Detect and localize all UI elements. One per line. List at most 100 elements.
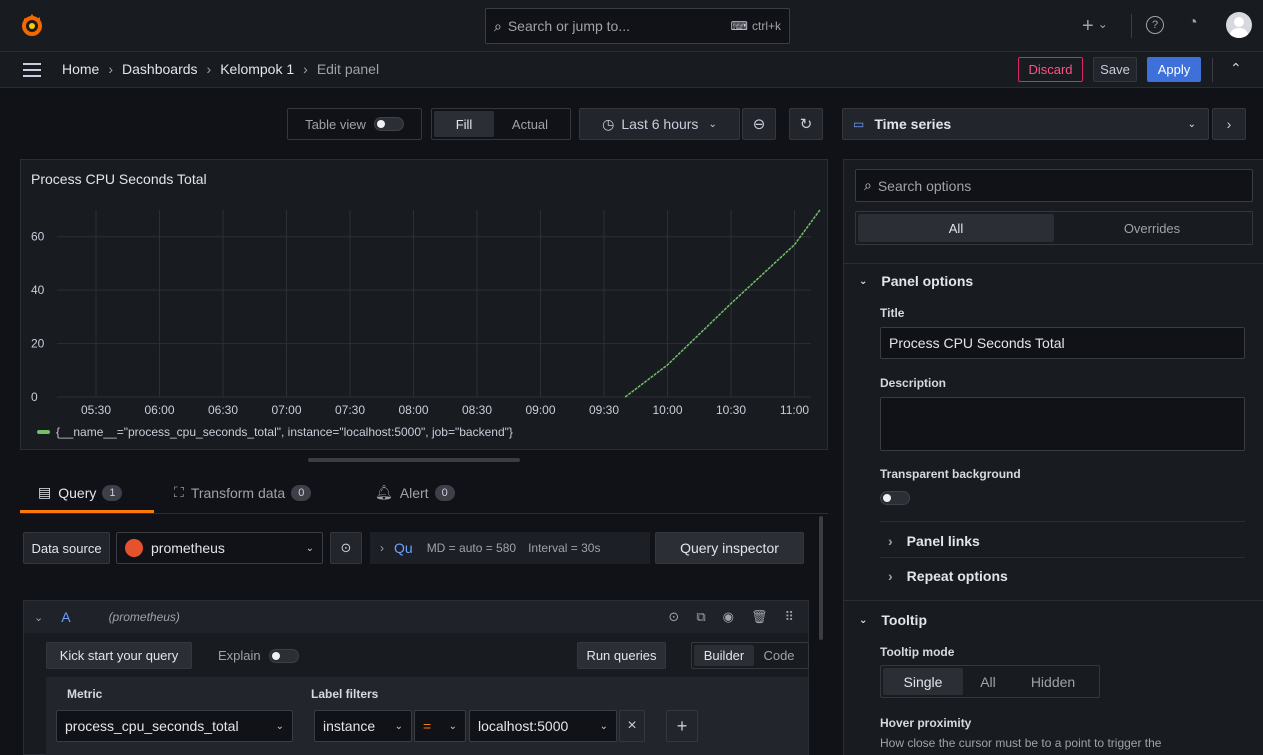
chevron-down-icon[interactable]: ⌄ xyxy=(34,611,43,624)
zoom-out-icon[interactable]: ⊖ xyxy=(742,108,776,140)
tab-transform[interactable]: ⛶ Transform data 0 xyxy=(174,484,312,501)
x-tick-label: 10:30 xyxy=(716,403,746,417)
tab-query-count: 1 xyxy=(102,484,123,501)
options-search-placeholder: Search options xyxy=(877,177,972,194)
explain-label: Explain xyxy=(218,648,261,663)
tab-query[interactable]: ▤ Query 1 xyxy=(38,484,123,501)
label-key-select[interactable]: instance ⌄ xyxy=(314,710,412,742)
user-avatar[interactable] xyxy=(1226,12,1252,38)
query-inspector-button[interactable]: Query inspector xyxy=(655,532,804,564)
menu-icon[interactable] xyxy=(23,63,41,77)
tab-transform-label: Transform data xyxy=(190,484,286,501)
rss-news-icon[interactable]: ◔ xyxy=(1188,14,1198,32)
tab-alert-count: 0 xyxy=(434,484,455,501)
code-option[interactable]: Code xyxy=(754,645,804,666)
tab-overrides[interactable]: Overrides xyxy=(1054,214,1250,242)
query-options-label: Qu xyxy=(394,540,413,556)
eye-icon[interactable]: ◉ xyxy=(723,609,734,625)
query-row-a: ⌄ A (prometheus) ⊙ ⧉ ◉ 🗑︎ ⠿ Kick start y… xyxy=(23,600,809,755)
breadcrumb-home[interactable]: Home xyxy=(62,61,99,77)
title-field-label: Title xyxy=(880,306,905,320)
breadcrumb-dashboard[interactable]: Kelompok 1 xyxy=(220,61,294,77)
remove-filter-button[interactable]: × xyxy=(619,710,645,742)
builder-option[interactable]: Builder xyxy=(694,645,754,666)
x-tick-label: 07:30 xyxy=(335,403,365,417)
time-range-picker[interactable]: ◷ Last 6 hours ⌄ xyxy=(579,108,740,140)
mode-all-option[interactable]: All xyxy=(963,668,1013,695)
legend-item[interactable]: {__name__="process_cpu_seconds_total", i… xyxy=(37,425,513,439)
nav-bar: Home › Dashboards › Kelompok 1 › Edit pa… xyxy=(0,52,1263,88)
visualization-picker[interactable]: ▭ Time series ⌄ xyxy=(842,108,1209,140)
grafana-logo-icon[interactable] xyxy=(20,12,44,38)
y-tick-label: 20 xyxy=(31,337,45,351)
query-options[interactable]: › Qu MD = auto = 580 Interval = 30s xyxy=(370,532,650,564)
panel-title-input[interactable]: Process CPU Seconds Total xyxy=(880,327,1245,359)
repeat-options-header[interactable]: › Repeat options xyxy=(888,568,1008,584)
query-row-header[interactable]: ⌄ A (prometheus) ⊙ ⧉ ◉ 🗑︎ ⠿ xyxy=(24,601,808,633)
query-help-icon[interactable]: ⊙ xyxy=(668,609,679,625)
collapse-options-button[interactable]: › xyxy=(1212,108,1246,140)
top-bar: ⌕ Search or jump to... ⌨ ctrl+k + ⌄ ? ◔ xyxy=(0,0,1263,52)
search-shortcut: ctrl+k xyxy=(751,19,781,33)
panel-options-title: Panel options xyxy=(881,273,974,289)
mode-single-option[interactable]: Single xyxy=(883,668,963,695)
chevron-down-icon: ⌄ xyxy=(859,614,868,626)
fill-option[interactable]: Fill xyxy=(434,111,494,137)
tooltip-header[interactable]: ⌄ Tooltip xyxy=(859,612,927,628)
chevron-up-icon[interactable]: ⌃ xyxy=(1230,60,1242,77)
explain-switch[interactable] xyxy=(268,648,299,663)
run-queries-button[interactable]: Run queries xyxy=(577,642,666,669)
panel-options-header[interactable]: ⌄ Panel options xyxy=(859,273,973,289)
panel-title-value: Process CPU Seconds Total xyxy=(889,335,1065,351)
new-menu-button[interactable]: + ⌄ xyxy=(1082,15,1108,38)
search-icon: ⌕ xyxy=(494,17,502,34)
options-pane: ⌕ Search options All Overrides ⌄ Panel o… xyxy=(843,159,1263,755)
breadcrumb-dashboards[interactable]: Dashboards xyxy=(122,61,198,77)
x-tick-label: 07:00 xyxy=(271,403,301,417)
table-view-toggle[interactable]: Table view xyxy=(287,108,422,140)
y-tick-label: 60 xyxy=(31,230,45,244)
metric-select[interactable]: process_cpu_seconds_total ⌄ xyxy=(56,710,293,742)
options-search-input[interactable]: ⌕ Search options xyxy=(855,169,1253,202)
help-icon[interactable]: ? xyxy=(1146,16,1164,34)
datasource-picker[interactable]: prometheus ⌄ xyxy=(116,532,323,564)
transparent-background-label: Transparent background xyxy=(880,467,1021,481)
explain-toggle[interactable]: Explain xyxy=(218,648,299,663)
discard-button[interactable]: Discard xyxy=(1018,57,1083,82)
label-filters-label: Label filters xyxy=(311,687,379,701)
breadcrumb-separator-icon: › xyxy=(303,61,308,77)
breadcrumb-current: Edit panel xyxy=(316,61,380,77)
label-value-text: localhost:5000 xyxy=(478,718,569,734)
panel-links-header[interactable]: › Panel links xyxy=(888,533,980,549)
tab-alert[interactable]: 🔔︎ Alert 0 xyxy=(375,484,455,501)
table-view-switch[interactable] xyxy=(373,117,404,131)
split-resize-handle[interactable] xyxy=(308,458,520,462)
transparent-background-switch[interactable] xyxy=(880,490,910,505)
mode-hidden-option[interactable]: Hidden xyxy=(1013,668,1093,695)
save-button[interactable]: Save xyxy=(1093,57,1137,82)
query-letter[interactable]: A xyxy=(61,609,70,625)
datasource-help-icon[interactable]: ⊙ xyxy=(330,532,362,564)
trash-icon[interactable]: 🗑︎ xyxy=(751,609,768,625)
add-filter-button[interactable]: + xyxy=(666,710,698,742)
label-operator-select[interactable]: = ⌄ xyxy=(414,710,466,742)
tab-all[interactable]: All xyxy=(858,214,1054,242)
y-tick-label: 0 xyxy=(31,390,38,404)
x-tick-label: 10:00 xyxy=(652,403,682,417)
global-search-input[interactable]: ⌕ Search or jump to... ⌨ ctrl+k xyxy=(485,8,790,44)
panel-links-title: Panel links xyxy=(906,533,980,549)
chevron-down-icon: ⌄ xyxy=(1097,16,1108,31)
kick-start-button[interactable]: Kick start your query xyxy=(46,642,192,669)
drag-handle-icon[interactable]: ⠿ xyxy=(784,609,794,625)
actual-option[interactable]: Actual xyxy=(494,111,566,137)
label-value-select[interactable]: localhost:5000 ⌄ xyxy=(469,710,617,742)
description-textarea[interactable] xyxy=(880,397,1245,451)
apply-button[interactable]: Apply xyxy=(1147,57,1201,82)
datasource-value: prometheus xyxy=(151,540,225,556)
duplicate-icon[interactable]: ⧉ xyxy=(696,609,705,625)
panel-preview: Process CPU Seconds Total 0 20 40 60 05:30 06… xyxy=(20,159,828,450)
metric-value: process_cpu_seconds_total xyxy=(65,718,239,734)
time-series-chart[interactable]: 0 20 40 60 05:30 06:00 06:30 07:00 07:30 08:00 08:… xyxy=(21,160,827,449)
refresh-icon[interactable]: ↻ xyxy=(789,108,823,140)
query-scrollbar[interactable] xyxy=(819,516,823,640)
